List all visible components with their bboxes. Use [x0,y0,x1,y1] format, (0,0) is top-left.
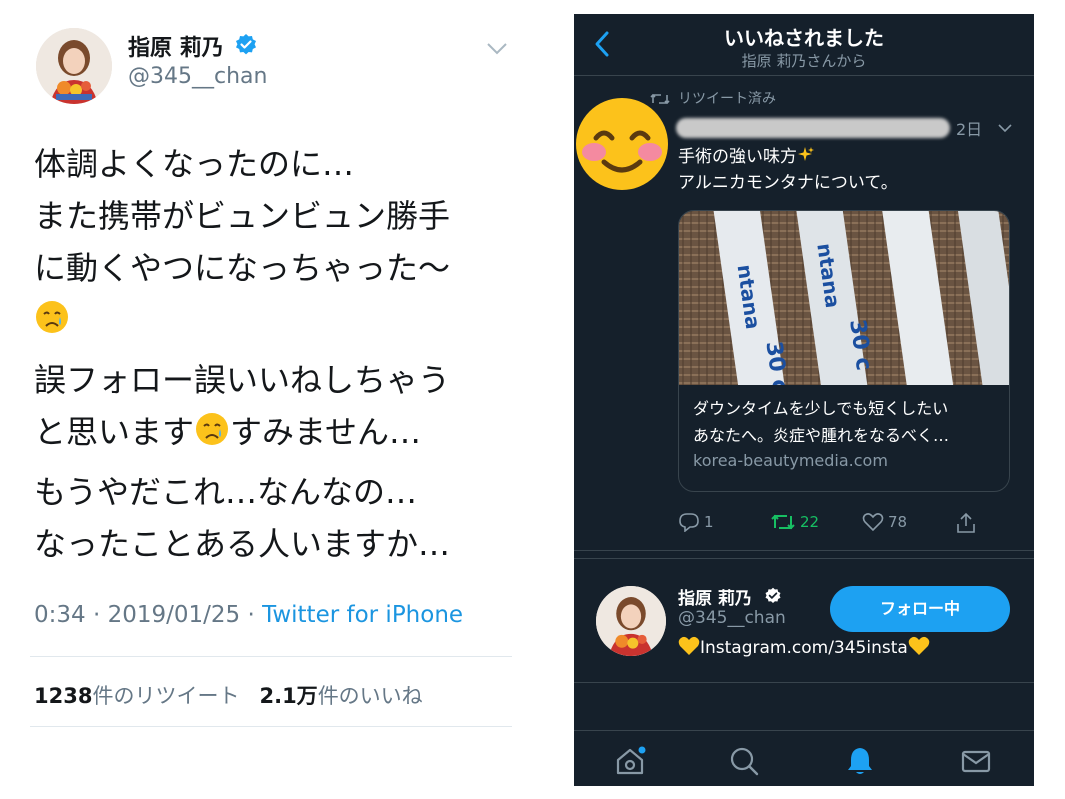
tweet-text: 体調よくなったのに… また携帯がビュンビュン勝手 に動くやつになっちゃった〜 誤フォ… [34,138,534,578]
page-title: いいねされました [724,26,884,50]
search-icon[interactable] [728,745,760,777]
verified-badge-icon [236,34,256,55]
crying-face-icon [36,301,68,333]
tweet-timestamp: 0:34 · 2019/01/25 · Twitter for iPhone [34,602,464,628]
header: いいねされました 指原 莉乃さんから [574,14,1034,76]
profile-name[interactable]: 指原 莉乃 [678,584,752,609]
divider [30,656,512,657]
chevron-down-icon[interactable] [486,42,508,56]
link-card[interactable]: ntana ntana 30 c 30 c ダウンタイムを少しでも短くしたい あ… [678,210,1010,492]
retweeted-label: リツイート済み [678,91,776,107]
home-icon[interactable] [614,745,646,777]
messages-icon[interactable] [960,745,992,777]
card-description: ダウンタイムを少しでも短くしたい あなたへ。炎症や腫れをなるべく… [693,399,950,445]
like-stat[interactable]: 2.1万件のいいね [259,684,422,708]
avatar[interactable] [36,28,112,104]
retweet-stat[interactable]: 1238件のリツイート [34,684,239,708]
profile-bio: Instagram.com/345insta [678,636,930,658]
divider [574,550,1034,551]
tweet-stats: 1238件のリツイート 2.1万件のいいね [34,680,423,710]
source-link[interactable]: Twitter for iPhone [262,602,463,628]
reply-icon [679,513,699,533]
dark-notification-screen: いいねされました 指原 莉乃さんから リツイート済み 2日 手術の強い味方 アル… [574,14,1034,786]
verified-badge-icon [765,587,781,604]
share-button[interactable] [956,512,976,534]
user-handle[interactable]: @345__chan [128,64,267,89]
profile-avatar[interactable] [596,586,666,656]
retweeted-tweet-text: 手術の強い味方 アルニカモンタナについて。 [678,147,898,193]
heart-icon [862,513,884,532]
user-display-name[interactable]: 指原 莉乃 [128,30,224,62]
divider [574,558,1034,559]
bottom-tab-bar [574,730,1034,786]
following-button[interactable]: フォロー中 [830,586,1010,632]
notifications-icon[interactable] [844,745,876,777]
page-subtitle: 指原 莉乃さんから [741,52,867,70]
card-image: ntana ntana 30 c 30 c [679,211,1009,385]
retweet-button[interactable]: 22 [770,512,819,534]
sparkles-icon [798,147,814,161]
bio-link[interactable]: Instagram.com/345insta [700,638,908,658]
profile-handle[interactable]: @345__chan [678,608,786,628]
reply-button[interactable]: 1 [678,512,714,534]
like-button[interactable]: 78 [862,512,907,534]
tweet-paragraph-3: もうやだこれ…なんなの… なったことある人いますか… [34,473,451,563]
divider [30,726,512,727]
share-icon [957,512,975,533]
light-tweet-panel: 指原 莉乃 @345__chan 体調よくなったのに… また携帯がビュンビュン勝手… [0,0,560,799]
yellow-heart-icon [678,636,700,655]
smiling-face-avatar-icon[interactable] [576,98,668,190]
crying-face-icon [196,413,229,445]
divider [574,682,1034,683]
yellow-heart-icon [908,636,930,655]
card-domain: korea-beautymedia.com [693,451,888,470]
tweet-paragraph-2: 誤フォロー誤いいねしちゃう と思います すみません… [34,361,451,451]
chevron-down-icon[interactable] [998,124,1012,133]
tweet-time: 2日 [956,120,983,139]
blurred-username [676,118,950,138]
tweet-paragraph-1: 体調よくなったのに… また携帯がビュンビュン勝手 に動くやつになっちゃった〜 [34,138,534,346]
retweet-icon [771,514,795,530]
